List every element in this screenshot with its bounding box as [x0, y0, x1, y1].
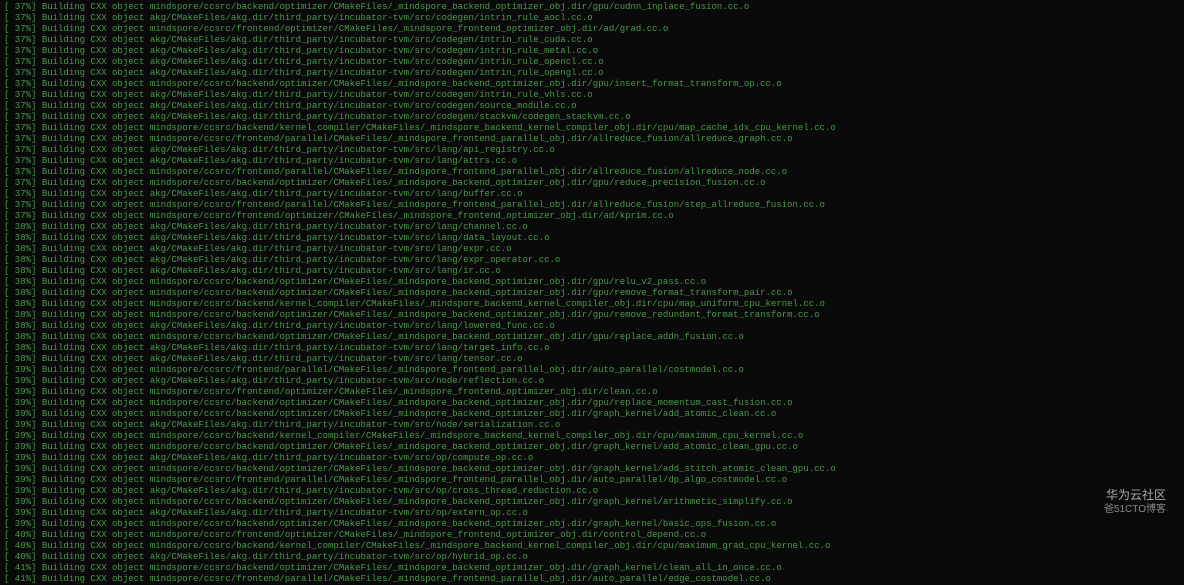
build-line: [ 40%] Building CXX object mindspore/ccs… [4, 530, 1180, 541]
build-line: [ 37%] Building CXX object mindspore/ccs… [4, 178, 1180, 189]
build-line: [ 38%] Building CXX object akg/CMakeFile… [4, 244, 1180, 255]
build-line: [ 41%] Building CXX object mindspore/ccs… [4, 574, 1180, 585]
watermark-bottom: 爸51CTO博客 [1104, 504, 1166, 515]
build-line: [ 38%] Building CXX object akg/CMakeFile… [4, 354, 1180, 365]
build-line: [ 37%] Building CXX object akg/CMakeFile… [4, 35, 1180, 46]
terminal-output: [ 37%] Building CXX object mindspore/ccs… [4, 2, 1180, 585]
build-line: [ 37%] Building CXX object mindspore/ccs… [4, 2, 1180, 13]
build-line: [ 38%] Building CXX object akg/CMakeFile… [4, 255, 1180, 266]
build-line: [ 37%] Building CXX object akg/CMakeFile… [4, 68, 1180, 79]
build-line: [ 40%] Building CXX object akg/CMakeFile… [4, 552, 1180, 563]
build-line: [ 39%] Building CXX object mindspore/ccs… [4, 365, 1180, 376]
build-line: [ 39%] Building CXX object akg/CMakeFile… [4, 376, 1180, 387]
build-line: [ 37%] Building CXX object akg/CMakeFile… [4, 112, 1180, 123]
build-line: [ 37%] Building CXX object akg/CMakeFile… [4, 90, 1180, 101]
build-line: [ 39%] Building CXX object mindspore/ccs… [4, 387, 1180, 398]
watermark-top: 华为云社区 [1106, 490, 1166, 501]
build-line: [ 37%] Building CXX object akg/CMakeFile… [4, 145, 1180, 156]
build-line: [ 38%] Building CXX object akg/CMakeFile… [4, 321, 1180, 332]
build-line: [ 37%] Building CXX object akg/CMakeFile… [4, 57, 1180, 68]
build-line: [ 37%] Building CXX object akg/CMakeFile… [4, 46, 1180, 57]
build-line: [ 37%] Building CXX object akg/CMakeFile… [4, 156, 1180, 167]
build-line: [ 39%] Building CXX object mindspore/ccs… [4, 409, 1180, 420]
build-line: [ 37%] Building CXX object mindspore/ccs… [4, 167, 1180, 178]
build-line: [ 38%] Building CXX object mindspore/ccs… [4, 332, 1180, 343]
build-line: [ 39%] Building CXX object akg/CMakeFile… [4, 420, 1180, 431]
build-line: [ 38%] Building CXX object akg/CMakeFile… [4, 233, 1180, 244]
build-line: [ 39%] Building CXX object mindspore/ccs… [4, 519, 1180, 530]
build-line: [ 37%] Building CXX object mindspore/ccs… [4, 79, 1180, 90]
build-line: [ 40%] Building CXX object mindspore/ccs… [4, 541, 1180, 552]
build-line: [ 39%] Building CXX object mindspore/ccs… [4, 398, 1180, 409]
build-line: [ 37%] Building CXX object akg/CMakeFile… [4, 189, 1180, 200]
build-line: [ 37%] Building CXX object mindspore/ccs… [4, 123, 1180, 134]
build-line: [ 38%] Building CXX object akg/CMakeFile… [4, 343, 1180, 354]
build-line: [ 39%] Building CXX object mindspore/ccs… [4, 431, 1180, 442]
build-line: [ 39%] Building CXX object mindspore/ccs… [4, 497, 1180, 508]
build-line: [ 38%] Building CXX object mindspore/ccs… [4, 288, 1180, 299]
build-line: [ 38%] Building CXX object mindspore/ccs… [4, 299, 1180, 310]
build-line: [ 38%] Building CXX object mindspore/ccs… [4, 277, 1180, 288]
build-line: [ 37%] Building CXX object mindspore/ccs… [4, 200, 1180, 211]
build-line: [ 39%] Building CXX object mindspore/ccs… [4, 475, 1180, 486]
build-line: [ 38%] Building CXX object mindspore/ccs… [4, 310, 1180, 321]
build-line: [ 37%] Building CXX object mindspore/ccs… [4, 24, 1180, 35]
build-line: [ 41%] Building CXX object mindspore/ccs… [4, 563, 1180, 574]
build-line: [ 38%] Building CXX object akg/CMakeFile… [4, 222, 1180, 233]
build-line: [ 39%] Building CXX object akg/CMakeFile… [4, 508, 1180, 519]
build-line: [ 39%] Building CXX object mindspore/ccs… [4, 442, 1180, 453]
build-line: [ 37%] Building CXX object mindspore/ccs… [4, 134, 1180, 145]
build-line: [ 37%] Building CXX object mindspore/ccs… [4, 211, 1180, 222]
build-line: [ 37%] Building CXX object akg/CMakeFile… [4, 101, 1180, 112]
build-line: [ 39%] Building CXX object akg/CMakeFile… [4, 486, 1180, 497]
build-line: [ 39%] Building CXX object akg/CMakeFile… [4, 453, 1180, 464]
build-line: [ 38%] Building CXX object akg/CMakeFile… [4, 266, 1180, 277]
build-line: [ 39%] Building CXX object mindspore/ccs… [4, 464, 1180, 475]
build-line: [ 37%] Building CXX object akg/CMakeFile… [4, 13, 1180, 24]
